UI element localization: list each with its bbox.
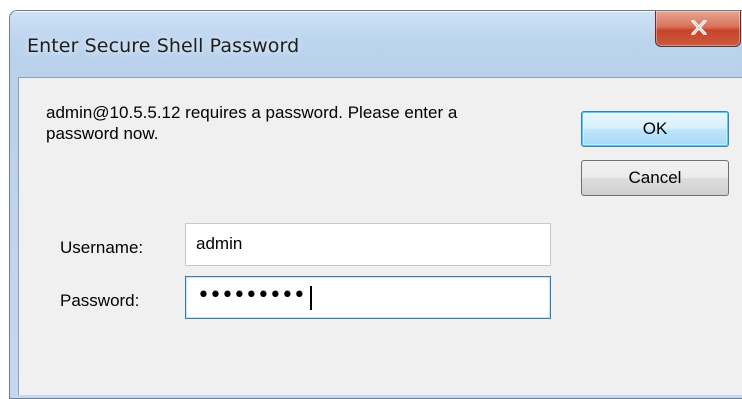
close-button[interactable] xyxy=(655,11,741,47)
username-value: admin xyxy=(196,234,243,253)
text-caret xyxy=(310,286,312,310)
password-dialog: Enter Secure Shell Password admin@10.5.5… xyxy=(9,10,742,399)
password-input[interactable]: ••••••••• xyxy=(185,276,551,319)
close-x-icon xyxy=(691,20,707,35)
username-label: Username: xyxy=(60,238,144,257)
username-input[interactable]: admin xyxy=(185,223,551,266)
title-bar[interactable]: Enter Secure Shell Password xyxy=(10,11,742,77)
password-label: Password: xyxy=(60,291,140,310)
cancel-button[interactable]: Cancel xyxy=(581,160,729,196)
dialog-body: admin@10.5.5.12 requires a password. Ple… xyxy=(18,77,742,395)
prompt-message: admin@10.5.5.12 requires a password. Ple… xyxy=(46,103,458,143)
password-masked-value: ••••••••• xyxy=(197,283,306,308)
dialog-title: Enter Secure Shell Password xyxy=(27,35,300,57)
ok-button[interactable]: OK xyxy=(581,111,729,147)
